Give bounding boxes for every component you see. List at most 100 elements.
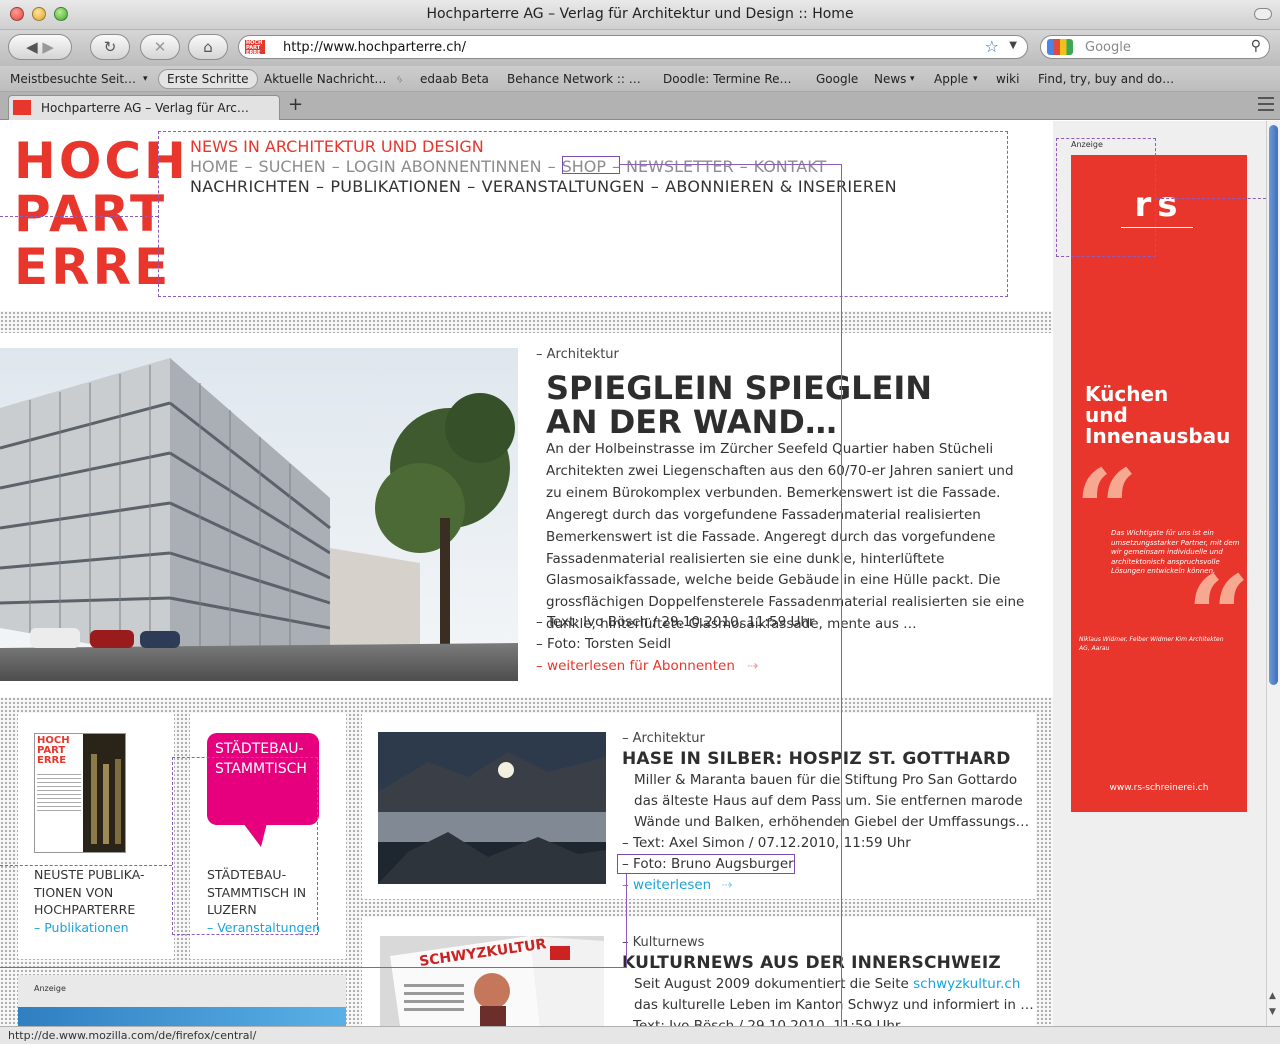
bookmark-item[interactable]: Behance Network :: …: [507, 72, 641, 86]
events-link[interactable]: – Veranstaltungen: [207, 919, 320, 937]
publications-card-text: NEUSTE PUBLIKA- TIONEN VON HOCHPARTERRE …: [34, 866, 145, 936]
rs-logo: rs: [1134, 185, 1184, 225]
card-line: LUZERN: [207, 902, 257, 917]
home-button[interactable]: ⌂: [188, 34, 228, 60]
logo-line: HOCH: [14, 132, 189, 190]
nav-shop[interactable]: SHOP: [562, 157, 606, 176]
search-icon[interactable]: ⚲: [1251, 38, 1261, 54]
forward-icon[interactable]: ▶: [42, 38, 54, 56]
nav-suchen[interactable]: SUCHEN: [259, 157, 326, 176]
bookmark-folder-news[interactable]: News: [874, 72, 906, 86]
article-photo-credit: – Foto: Bruno Augsburger: [622, 856, 794, 872]
bookmark-item[interactable]: Find, try, buy and do…: [1038, 72, 1174, 86]
bookmark-item[interactable]: Aktuelle Nachricht…: [264, 72, 386, 86]
nav-separator: –: [467, 177, 476, 196]
search-input[interactable]: Google: [1085, 40, 1131, 55]
url-bar[interactable]: HOCH PART ERRE http://www.hochparterre.ch/…: [238, 35, 1028, 59]
reload-button[interactable]: ↻: [90, 34, 130, 60]
reload-icon: ↻: [103, 38, 117, 56]
article-headline[interactable]: KULTURNEWS AUS DER INNERSCHWEIZ: [622, 953, 1034, 974]
hero-lead-text: An der Holbeinstrasse im Zürcher Seefeld…: [546, 441, 1025, 633]
nav-newsletter[interactable]: NEWSLETTER: [626, 157, 734, 176]
back-icon[interactable]: ◀: [26, 38, 38, 56]
mountain-lake-photo[interactable]: [378, 732, 606, 884]
hero-headline[interactable]: SPIEGLEIN SPIEGLEIN AN DER WAND…: [546, 371, 1016, 439]
ad-headline: Küchen und Innenausbau: [1085, 384, 1230, 447]
scrollbar-thumb[interactable]: [1269, 125, 1278, 685]
toolbar-toggle-button[interactable]: [1254, 8, 1272, 20]
bookmark-item[interactable]: wiki: [996, 72, 1019, 86]
article-text-credit: – Text: Ivo Bösch / 29.10.2010, 11:59 Uh…: [622, 1018, 901, 1026]
stop-button[interactable]: ✕: [140, 34, 180, 60]
scroll-up-icon[interactable]: ▲: [1269, 991, 1276, 1001]
nav-veranstaltungen[interactable]: VERANSTALTUNGEN: [482, 177, 645, 196]
article-line: Wände und Balken, erhöhenden Giebel der …: [634, 814, 1030, 830]
ad-label: Anzeige: [1071, 140, 1103, 149]
hero-read-more-link[interactable]: – weiterlesen für Abonnenten ⇢: [536, 658, 758, 674]
ad-quote: Das Wichtigste für uns ist ein umsetzung…: [1111, 529, 1240, 575]
nav-publikationen[interactable]: PUBLIKATIONEN: [330, 177, 461, 196]
article-read-more-link[interactable]: – weiterlesen ⇢: [622, 875, 1029, 896]
rs-schreinerei-ad[interactable]: rs Küchen und Innenausbau “ “ Das Wichti…: [1071, 155, 1247, 812]
tab-hochparterre[interactable]: Hochparterre AG – Verlag für Arc…: [8, 95, 280, 120]
bubble-line: STÄDTEBAU-: [215, 741, 304, 757]
office-building-photo: [0, 348, 518, 681]
vertical-scrollbar[interactable]: ▲ ▼: [1266, 121, 1280, 1026]
article-text: – Architektur HASE IN SILBER: HOSPIZ ST.…: [622, 728, 1029, 896]
bookmark-item[interactable]: Meistbesuchte Seit…: [10, 72, 136, 86]
url-history-dropdown-icon[interactable]: ▼: [1009, 40, 1017, 51]
hero-article-image[interactable]: [0, 348, 518, 681]
stop-icon: ✕: [153, 38, 167, 56]
article-text-credit: – Text: Axel Simon / 07.12.2010, 11:59 U…: [622, 835, 911, 851]
primary-navigation: NACHRICHTEN – PUBLIKATIONEN – VERANSTALTUNGE…: [190, 177, 897, 196]
navigation-toolbar: ◀ ▶ ↻ ✕ ⌂ HOCH PART ERRE http://www.hochpa…: [0, 30, 1280, 66]
title-bar: Hochparterre AG – Verlag für Architektur…: [0, 0, 1280, 30]
bookmark-folder-apple[interactable]: Apple: [934, 72, 968, 86]
nav-abonnieren[interactable]: ABONNIEREN & INSERIEREN: [665, 177, 897, 196]
card-line: STAMMTISCH IN: [207, 884, 307, 900]
arrow-icon: ⇢: [747, 658, 759, 674]
article-headline[interactable]: HASE IN SILBER: HOSPIZ ST. GOTTHARD: [622, 749, 1029, 770]
status-bar: http://de.www.mozilla.com/de/firefox/cen…: [0, 1026, 1280, 1044]
hero-headline-line: AN DER WAND…: [546, 403, 837, 441]
nav-nachrichten[interactable]: NACHRICHTEN: [190, 177, 310, 196]
ad-banner-image: [18, 1007, 346, 1026]
nav-separator: –: [612, 157, 621, 176]
schwyzkultur-link[interactable]: schwyzkultur.ch: [913, 976, 1020, 992]
window-title: Hochparterre AG – Verlag für Architektur…: [426, 6, 854, 22]
new-tab-button[interactable]: +: [288, 94, 303, 115]
list-all-tabs-icon[interactable]: [1258, 97, 1274, 111]
nav-login[interactable]: LOGIN ABONNENTINNEN: [346, 157, 542, 176]
url-text[interactable]: http://www.hochparterre.ch/: [283, 40, 466, 55]
search-bar[interactable]: Google ⚲: [1040, 35, 1270, 59]
bookmark-item[interactable]: Google: [816, 72, 858, 86]
bookmark-item[interactable]: Doodle: Termine Re…: [663, 72, 792, 86]
nav-separator: –: [316, 177, 325, 196]
read-more-label: – weiterlesen: [622, 877, 712, 893]
publications-link[interactable]: – Publikationen: [34, 919, 145, 937]
hochparterre-logo[interactable]: HOCH PART ERRE: [14, 135, 189, 294]
bookmark-item[interactable]: edaab Beta: [420, 72, 489, 86]
back-forward-button-group[interactable]: ◀ ▶: [8, 34, 72, 60]
nav-kontakt[interactable]: KONTAKT: [754, 157, 827, 176]
google-engine-icon[interactable]: [1047, 39, 1073, 55]
article-category: – Architektur: [622, 731, 705, 746]
lower-advertisement[interactable]: Anzeige: [18, 975, 346, 1026]
article-line: das kulturelle Leben im Kanton Schwyz un…: [634, 997, 1034, 1013]
bookmarks-bar: Meistbesuchte Seit… ▾ Erste Schritte Akt…: [0, 66, 1280, 92]
cover-photo: [83, 734, 125, 852]
hero-text-credit: – Text: Ivo Bösch / 29.10.2010, 11:59 Uh…: [536, 614, 815, 630]
cover-text-lines: [37, 774, 81, 814]
ad-headline-line: und: [1085, 403, 1128, 427]
bookmark-folder-chevron-icon: ▾: [973, 74, 978, 84]
nav-separator: –: [650, 177, 660, 196]
scroll-down-icon[interactable]: ▼: [1269, 1007, 1276, 1017]
article-text: – Kulturnews KULTURNEWS AUS DER INNERSCH…: [622, 932, 1034, 1026]
bookmark-folder-chevron-icon: ▾: [910, 74, 915, 84]
bookmark-star-icon[interactable]: ☆: [985, 37, 999, 56]
rs-logo-underline: [1121, 227, 1193, 228]
article-line: das älteste Haus auf dem Pass um. Sie en…: [634, 793, 1023, 809]
magazine-photo[interactable]: SCHWYZKULTUR: [380, 936, 604, 1026]
bookmark-item[interactable]: Erste Schritte: [158, 69, 258, 89]
nav-home[interactable]: HOME: [190, 157, 239, 176]
